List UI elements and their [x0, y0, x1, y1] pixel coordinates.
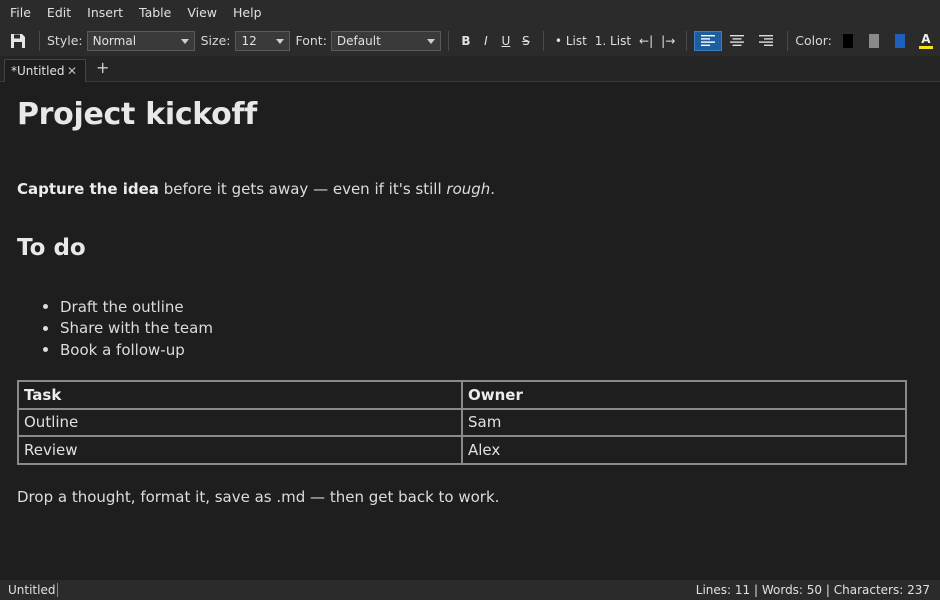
chevron-down-icon — [426, 38, 435, 44]
outdent-button[interactable]: ←| — [635, 34, 657, 48]
tab-title: *Untitled — [11, 64, 65, 78]
table-header-cell[interactable]: Task — [17, 380, 463, 410]
list-item: Book a follow-up — [38, 339, 213, 361]
style-select[interactable]: Normal — [86, 30, 195, 51]
strikethrough-button[interactable]: S — [516, 34, 536, 48]
menu-view[interactable]: View — [181, 0, 223, 25]
menu-file[interactable]: File — [4, 0, 37, 25]
font-label: Font: — [295, 33, 327, 48]
align-center-button[interactable] — [723, 31, 751, 51]
align-right-button[interactable] — [752, 31, 780, 51]
tab-untitled[interactable]: *Untitled ✕ — [4, 59, 86, 82]
align-left-button[interactable] — [694, 30, 723, 51]
style-label: Style: — [47, 33, 83, 48]
underline-button[interactable]: U — [496, 34, 516, 48]
table-cell[interactable]: Outline — [17, 407, 463, 437]
size-select[interactable]: 12 — [235, 30, 291, 51]
table-header-cell[interactable]: Owner — [461, 380, 907, 410]
menu-edit[interactable]: Edit — [41, 0, 77, 25]
font-select[interactable]: Default — [330, 30, 441, 51]
close-icon[interactable]: ✕ — [67, 64, 77, 78]
color-swatch-black — [842, 33, 853, 48]
color-swatch-blue — [894, 33, 905, 48]
add-tab-button[interactable]: + — [96, 58, 109, 77]
heading-2: To do — [17, 235, 86, 261]
table-cell[interactable]: Alex — [461, 435, 907, 465]
bullet-icon — [43, 347, 48, 353]
bold-text: Capture the idea — [17, 180, 159, 198]
paragraph-closing: Drop a thought, format it, save as .md —… — [17, 488, 500, 506]
toolbar-separator — [686, 30, 688, 51]
status-filename: Untitled — [0, 583, 59, 597]
plain-text: before it gets away — even if it's still — [158, 180, 447, 198]
chevron-down-icon — [276, 38, 285, 44]
table-row: Review Alex — [17, 435, 907, 465]
list-item: Draft the outline — [38, 296, 213, 318]
status-bar: Untitled Lines: 11 | Words: 50 | Charact… — [0, 580, 940, 600]
editor-document[interactable]: Project kickoff Capture the idea before … — [0, 82, 940, 580]
menu-help[interactable]: Help — [227, 0, 268, 25]
bullet-list-button[interactable]: • List — [551, 34, 591, 48]
color-swatch-gray — [868, 33, 879, 48]
italic-button[interactable]: I — [476, 34, 496, 48]
indent-button[interactable]: |→ — [657, 34, 679, 48]
list-item-text: Draft the outline — [60, 297, 184, 316]
menu-insert[interactable]: Insert — [81, 0, 129, 25]
align-right-icon — [759, 35, 774, 46]
highlight-icon: A — [921, 31, 931, 46]
highlight-swatch — [918, 45, 933, 49]
list-item: Share with the team — [38, 318, 213, 340]
color-black-button[interactable] — [835, 31, 861, 51]
table-cell[interactable]: Review — [17, 435, 463, 465]
style-select-value: Normal — [92, 33, 137, 48]
task-table: Task Owner Outline Sam Review Alex — [17, 380, 907, 465]
toolbar-separator — [447, 30, 449, 51]
numbered-list-button[interactable]: 1. List — [591, 34, 635, 48]
size-select-value: 12 — [241, 33, 257, 48]
align-left-icon — [701, 35, 716, 46]
tab-bar: *Untitled ✕ + — [0, 56, 940, 82]
menu-bar: File Edit Insert Table View Help — [0, 0, 940, 25]
save-button[interactable] — [9, 32, 27, 50]
bullet-icon — [43, 304, 48, 310]
color-label: Color: — [795, 33, 832, 48]
font-select-value: Default — [336, 33, 381, 48]
toolbar: Style: Normal Size: 12 Font: Default B I… — [0, 25, 940, 56]
chevron-down-icon — [180, 38, 189, 44]
list-item-text: Book a follow-up — [60, 340, 185, 359]
status-stats: Lines: 11 | Words: 50 | Characters: 237 — [695, 583, 930, 597]
color-blue-button[interactable] — [887, 31, 913, 51]
toolbar-separator — [787, 30, 789, 51]
color-gray-button[interactable] — [861, 31, 887, 51]
toolbar-separator — [542, 30, 544, 51]
plain-text: . — [490, 180, 496, 198]
italic-text: rough — [446, 180, 491, 198]
align-center-icon — [730, 35, 745, 46]
bold-button[interactable]: B — [456, 34, 476, 48]
menu-table[interactable]: Table — [133, 0, 177, 25]
table-header-row: Task Owner — [17, 380, 907, 410]
bullet-list: Draft the outline Share with the team Bo… — [38, 296, 213, 361]
toolbar-separator — [39, 30, 40, 51]
bullet-icon — [43, 325, 48, 331]
table-row: Outline Sam — [17, 407, 907, 437]
save-icon — [11, 33, 25, 48]
highlight-color-button[interactable]: A — [913, 31, 939, 51]
table-cell[interactable]: Sam — [461, 407, 907, 437]
list-item-text: Share with the team — [60, 319, 213, 338]
size-label: Size: — [200, 33, 231, 48]
heading-1: Project kickoff — [17, 97, 257, 132]
paragraph-intro: Capture the idea before it gets away — e… — [17, 180, 495, 198]
